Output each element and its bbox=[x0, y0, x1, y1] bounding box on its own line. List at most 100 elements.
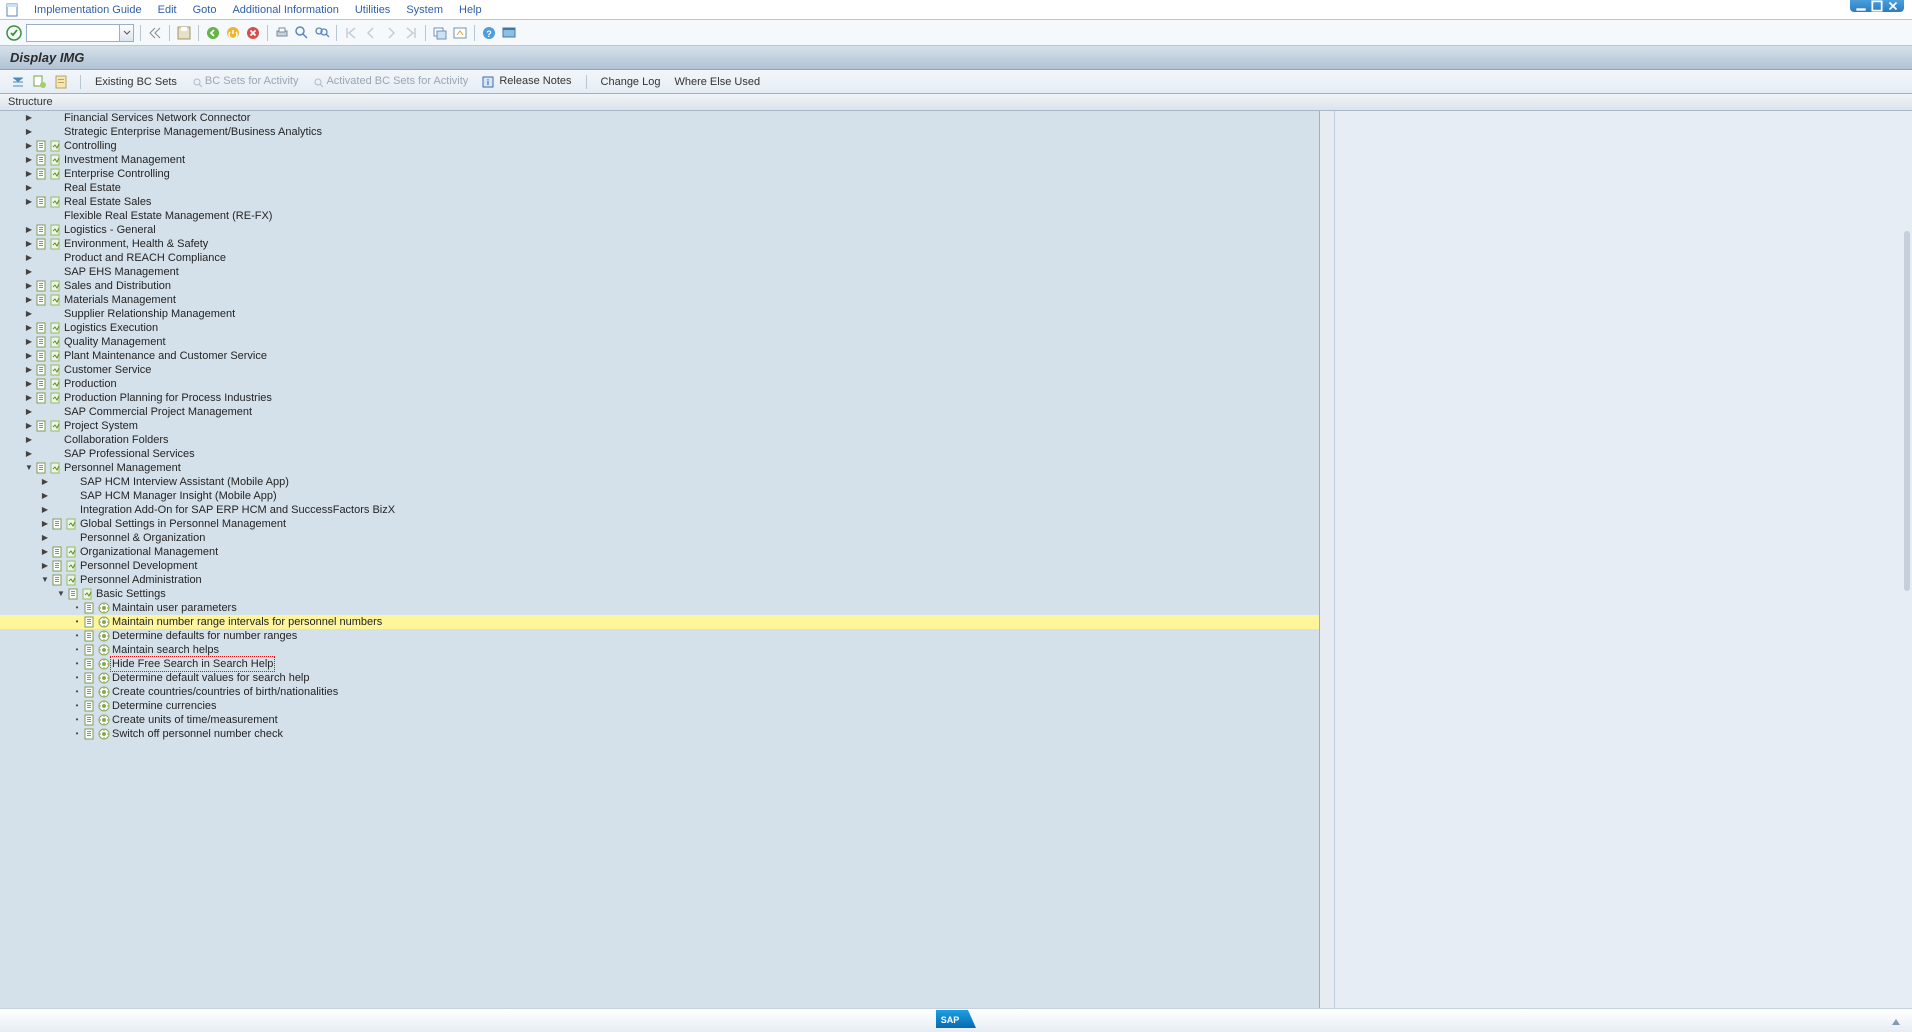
last-page-icon[interactable] bbox=[403, 25, 419, 41]
tree-node[interactable]: • Determine default values for search hel… bbox=[0, 671, 1319, 685]
tree-expander-icon[interactable]: ▶ bbox=[24, 155, 34, 165]
tree-node-label[interactable]: Personnel Administration bbox=[80, 573, 202, 587]
find-icon[interactable] bbox=[294, 25, 310, 41]
tree-node[interactable]: ▶SAP HCM Interview Assistant (Mobile App… bbox=[0, 475, 1319, 489]
img-doc-icon[interactable] bbox=[36, 420, 48, 432]
activity-icon[interactable] bbox=[66, 560, 78, 572]
tree-node-label[interactable]: Strategic Enterprise Management/Business… bbox=[64, 125, 322, 139]
activity-icon[interactable] bbox=[50, 420, 62, 432]
tree-node[interactable]: ▶Environment, Health & Safety bbox=[0, 237, 1319, 251]
img-doc-icon[interactable] bbox=[84, 700, 96, 712]
img-doc-icon[interactable] bbox=[36, 238, 48, 250]
tree-node-label[interactable]: Enterprise Controlling bbox=[64, 167, 170, 181]
tree-node[interactable]: ▶Logistics Execution bbox=[0, 321, 1319, 335]
tree-expander-icon[interactable]: ▶ bbox=[24, 407, 34, 417]
tree-node-label[interactable]: Collaboration Folders bbox=[64, 433, 169, 447]
tree-node[interactable]: ▶ Logistics - General bbox=[0, 223, 1319, 237]
execute-icon[interactable] bbox=[98, 644, 110, 656]
activity-icon[interactable] bbox=[50, 140, 62, 152]
img-doc-icon[interactable] bbox=[36, 168, 48, 180]
tree-node[interactable]: ▶ Investment Management bbox=[0, 153, 1319, 167]
tree-expander-icon[interactable]: ▶ bbox=[24, 449, 34, 459]
window-menu-icon[interactable] bbox=[6, 3, 20, 17]
img-doc-icon[interactable] bbox=[36, 196, 48, 208]
execute-icon[interactable] bbox=[98, 602, 110, 614]
tree-node[interactable]: ▶SAP HCM Manager Insight (Mobile App) bbox=[0, 489, 1319, 503]
tree-node[interactable]: •Create units of time/measurement bbox=[0, 713, 1319, 727]
img-doc-icon[interactable] bbox=[84, 630, 96, 642]
menu-goto[interactable]: Goto bbox=[185, 2, 225, 18]
tree-node-label[interactable]: Plant Maintenance and Customer Service bbox=[64, 349, 267, 363]
tree-node-label[interactable]: Investment Management bbox=[64, 153, 185, 167]
tree-node[interactable]: •Maintain user parameters bbox=[0, 601, 1319, 615]
tree-node[interactable]: ▶Customer Service bbox=[0, 363, 1319, 377]
tree-node-label[interactable]: Maintain number range intervals for pers… bbox=[112, 615, 382, 629]
exit-icon[interactable] bbox=[225, 25, 241, 41]
save-icon[interactable] bbox=[176, 25, 192, 41]
tree-node-label[interactable]: Materials Management bbox=[64, 293, 176, 307]
tree-node-label[interactable]: Environment, Health & Safety bbox=[64, 237, 208, 251]
expand-all-icon[interactable] bbox=[10, 74, 26, 90]
tree-expander-icon[interactable]: ▶ bbox=[40, 505, 50, 515]
tree-node[interactable]: ▼Personnel Administration bbox=[0, 573, 1319, 587]
img-doc-icon[interactable] bbox=[36, 154, 48, 166]
tree-expander-icon[interactable]: • bbox=[72, 603, 82, 613]
img-doc-icon[interactable] bbox=[36, 462, 48, 474]
execute-icon[interactable] bbox=[98, 714, 110, 726]
tree-expander-icon[interactable]: ▶ bbox=[24, 379, 34, 389]
tree-node-label[interactable]: Real Estate Sales bbox=[64, 195, 151, 209]
tree-expander-icon[interactable]: • bbox=[72, 645, 82, 655]
tree-node[interactable]: ▶SAP Commercial Project Management bbox=[0, 405, 1319, 419]
activity-icon[interactable] bbox=[50, 238, 62, 250]
img-doc-icon[interactable] bbox=[84, 672, 96, 684]
img-doc-icon[interactable] bbox=[84, 616, 96, 628]
tree-node-label[interactable]: Determine currencies bbox=[112, 699, 217, 713]
release-notes-button[interactable]: i Release Notes bbox=[478, 73, 575, 89]
tree-expander-icon[interactable]: • bbox=[72, 617, 82, 627]
tree-node[interactable]: ▶Real Estate Sales bbox=[0, 195, 1319, 209]
menu-help[interactable]: Help bbox=[451, 2, 490, 18]
close-icon[interactable] bbox=[1886, 0, 1900, 11]
shortcut-icon[interactable] bbox=[452, 25, 468, 41]
img-doc-icon[interactable] bbox=[36, 364, 48, 376]
tree-node[interactable]: ▶Product and REACH Compliance bbox=[0, 251, 1319, 265]
execute-icon[interactable] bbox=[98, 630, 110, 642]
tree-expander-icon[interactable]: ▶ bbox=[24, 267, 34, 277]
history-back-icon[interactable] bbox=[147, 25, 163, 41]
activity-icon[interactable] bbox=[50, 336, 62, 348]
tree-expander-icon[interactable]: ▶ bbox=[40, 547, 50, 557]
tree-node-label[interactable]: Basic Settings bbox=[96, 587, 166, 601]
activity-icon[interactable] bbox=[50, 378, 62, 390]
img-doc-icon[interactable] bbox=[36, 294, 48, 306]
activity-icon[interactable] bbox=[50, 462, 62, 474]
tree-node[interactable]: ▶Financial Services Network Connector bbox=[0, 111, 1319, 125]
img-doc-icon[interactable] bbox=[36, 336, 48, 348]
tree-node-label[interactable]: Organizational Management bbox=[80, 545, 218, 559]
execute-icon[interactable] bbox=[98, 728, 110, 740]
img-doc-icon[interactable] bbox=[52, 574, 64, 586]
tree-node-label[interactable]: Determine default values for search help bbox=[112, 671, 310, 685]
tree-node[interactable]: ▶ Organizational Management bbox=[0, 545, 1319, 559]
tree-node[interactable]: ▶Controlling bbox=[0, 139, 1319, 153]
menu-implementation-guide[interactable]: Implementation Guide bbox=[26, 2, 150, 18]
menu-additional-information[interactable]: Additional Information bbox=[224, 2, 346, 18]
status-expand-icon[interactable] bbox=[1890, 1015, 1902, 1027]
right-scrollbar-thumb[interactable] bbox=[1904, 231, 1910, 591]
activity-icon[interactable] bbox=[50, 224, 62, 236]
tree-node[interactable]: ▶Production bbox=[0, 377, 1319, 391]
tree-node-label[interactable]: Flexible Real Estate Management (RE-FX) bbox=[64, 209, 272, 223]
tree-expander-icon[interactable]: • bbox=[72, 659, 82, 669]
activity-icon[interactable] bbox=[50, 168, 62, 180]
tree-node[interactable]: ▶Quality Management bbox=[0, 335, 1319, 349]
tree-node[interactable]: ▶Personnel & Organization bbox=[0, 531, 1319, 545]
tree-node[interactable]: • Maintain number range intervals for per… bbox=[0, 615, 1319, 629]
tree-node-label[interactable]: Logistics - General bbox=[64, 223, 156, 237]
help-icon[interactable]: ? bbox=[481, 25, 497, 41]
tree-node[interactable]: Flexible Real Estate Management (RE-FX) bbox=[0, 209, 1319, 223]
tree-expander-icon[interactable]: • bbox=[72, 673, 82, 683]
tree-node[interactable]: •Create countries/countries of birth/nat… bbox=[0, 685, 1319, 699]
execute-icon[interactable] bbox=[98, 658, 110, 670]
tree-expander-icon[interactable]: ▶ bbox=[24, 225, 34, 235]
tree-expander-icon[interactable]: ▶ bbox=[40, 533, 50, 543]
tree-node[interactable]: •Hide Free Search in Search Help bbox=[0, 657, 1319, 671]
